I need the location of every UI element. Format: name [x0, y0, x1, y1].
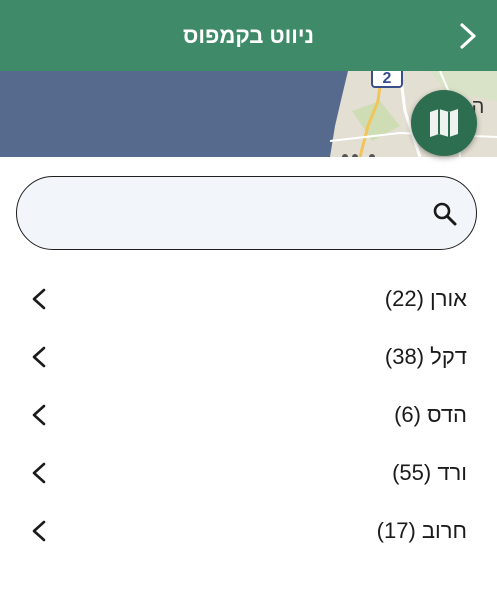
page-title: ניווט בקמפוס: [183, 23, 314, 48]
chevron-right-icon: [460, 23, 476, 49]
road-shield-label: 2: [383, 71, 392, 87]
list-item-label: אורן (22): [384, 286, 467, 311]
list-item-label: הדס (6): [394, 402, 467, 427]
chevron-left-icon: [32, 346, 46, 368]
list-item[interactable]: דקל (38): [0, 328, 497, 386]
list-item-label: דקל (38): [384, 344, 467, 369]
chevron-left-icon: [32, 462, 46, 484]
map-icon: [430, 109, 458, 137]
map-toggle-button[interactable]: [411, 90, 477, 156]
back-button[interactable]: [453, 20, 483, 52]
list-item[interactable]: חרוב (17): [0, 502, 497, 560]
list-item-label: חרוב (17): [376, 518, 467, 543]
buildings-list: אורן (22) דקל (38) הדס (6) ורד (55) חרוב…: [0, 270, 497, 560]
list-item-label: ורד (55): [392, 460, 467, 485]
app-header: ניווט בקמפוס: [0, 0, 497, 71]
search-icon[interactable]: [432, 201, 458, 227]
chevron-left-icon: [32, 520, 46, 542]
list-item[interactable]: אורן (22): [0, 270, 497, 328]
chevron-left-icon: [32, 288, 46, 310]
search-input[interactable]: [41, 177, 421, 249]
chevron-left-icon: [32, 404, 46, 426]
search-box[interactable]: [16, 176, 477, 250]
list-item[interactable]: הדס (6): [0, 386, 497, 444]
list-item[interactable]: ורד (55): [0, 444, 497, 502]
